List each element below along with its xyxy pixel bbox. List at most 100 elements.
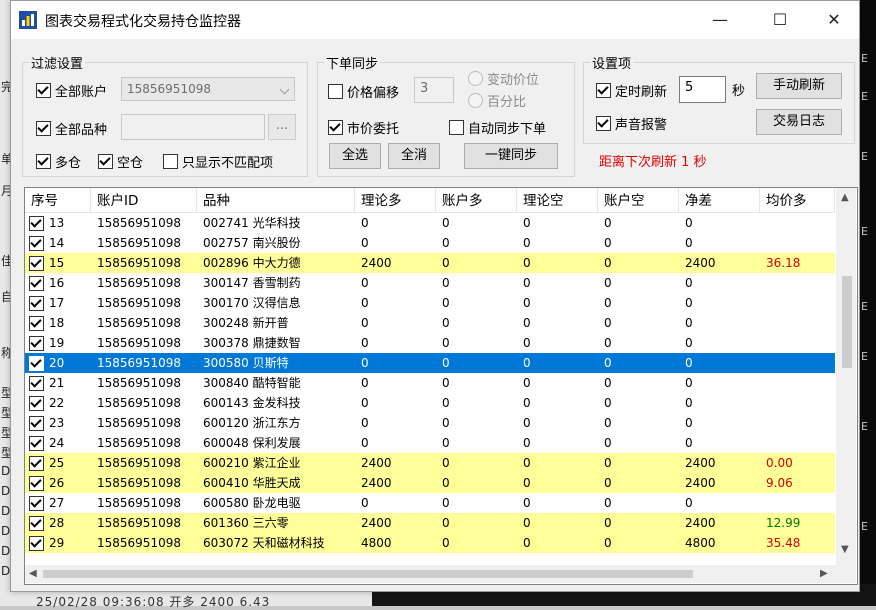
- browse-button[interactable]: ...: [268, 114, 296, 140]
- table-row[interactable]: 13 15856951098 002741 光华科技 0 0 0 0 0: [25, 213, 835, 233]
- table-row[interactable]: 17 15856951098 300170 汉得信息 0 0 0 0 0: [25, 293, 835, 313]
- column-header[interactable]: 理论空: [517, 188, 598, 212]
- column-header[interactable]: 均价多: [760, 188, 835, 212]
- cell-tl: 0: [361, 416, 369, 430]
- row-checkbox[interactable]: [29, 296, 44, 311]
- minimize-button[interactable]: —: [697, 1, 743, 39]
- row-checkbox[interactable]: [29, 336, 44, 351]
- background-right-char: E: [861, 350, 868, 363]
- trade-log-button[interactable]: 交易日志: [756, 109, 842, 135]
- column-header[interactable]: 序号: [25, 188, 91, 212]
- radio-change-price[interactable]: 变动价位: [468, 69, 539, 88]
- scroll-down-icon[interactable]: ▼: [841, 544, 849, 555]
- background-right-char: E: [861, 225, 868, 238]
- table-row[interactable]: 29 15856951098 603072 天和磁材科技 4800 0 0 0 4800 35.…: [25, 533, 835, 553]
- table-row[interactable]: 25 15856951098 600210 紫江企业 2400 0 0 0 2400 0.00: [25, 453, 835, 473]
- column-header[interactable]: 净差: [679, 188, 760, 212]
- title-bar[interactable]: 图表交易程式化交易持仓监控器 — ☐ ✕: [11, 1, 859, 39]
- table-row[interactable]: 18 15856951098 300248 新开普 0 0 0 0 0: [25, 313, 835, 333]
- price-offset-checkbox[interactable]: 价格偏移: [328, 82, 399, 101]
- cell-al: 0: [442, 316, 450, 330]
- horizontal-scrollbar[interactable]: ◀ ▶: [25, 565, 836, 583]
- cell-avg: 12.99: [766, 516, 801, 530]
- column-header[interactable]: 账户ID: [91, 188, 197, 212]
- row-checkbox[interactable]: [29, 216, 44, 231]
- sound-alert-checkbox[interactable]: 声音报警: [596, 114, 667, 133]
- horizontal-scroll-thumb[interactable]: [43, 570, 693, 578]
- scroll-up-icon[interactable]: ▲: [841, 192, 849, 203]
- cell-symbol: 600580 卧龙电驱: [203, 496, 301, 510]
- row-checkbox[interactable]: [29, 316, 44, 331]
- row-checkbox[interactable]: [29, 516, 44, 531]
- radio-percent-label: 百分比: [487, 95, 527, 110]
- market-order-checkbox[interactable]: 市价委托: [328, 118, 399, 137]
- one-click-sync-button[interactable]: 一键同步: [464, 143, 558, 169]
- cell-ts: 0: [523, 256, 531, 270]
- all-accounts-label: 全部账户: [55, 85, 108, 100]
- table-row[interactable]: 28 15856951098 601360 三六零 2400 0 0 0 2400 12.99: [25, 513, 835, 533]
- cell-no: 25: [49, 456, 65, 470]
- maximize-button[interactable]: ☐: [757, 1, 803, 39]
- cell-avg: [760, 333, 835, 353]
- column-header[interactable]: 账户多: [436, 188, 517, 212]
- vertical-scroll-thumb[interactable]: [842, 276, 852, 368]
- row-checkbox[interactable]: [29, 496, 44, 511]
- row-checkbox[interactable]: [29, 276, 44, 291]
- table-row[interactable]: 27 15856951098 600580 卧龙电驱 0 0 0 0 0: [25, 493, 835, 513]
- chevron-down-icon: [279, 84, 290, 95]
- deselect-all-button[interactable]: 全消: [388, 143, 440, 169]
- cell-symbol: 300248 新开普: [203, 316, 289, 330]
- select-all-button[interactable]: 全选: [329, 143, 381, 169]
- timed-refresh-checkbox[interactable]: 定时刷新: [596, 81, 667, 100]
- cell-avg: 35.48: [766, 536, 801, 550]
- row-checkbox[interactable]: [29, 396, 44, 411]
- table-row[interactable]: 20 15856951098 300580 贝斯特 0 0 0 0 0: [25, 353, 835, 373]
- table-row[interactable]: 19 15856951098 300378 鼎捷数智 0 0 0 0 0: [25, 333, 835, 353]
- all-accounts-checkbox[interactable]: 全部账户: [36, 81, 107, 100]
- close-button[interactable]: ✕: [811, 1, 857, 39]
- cell-ts: 0: [523, 516, 531, 530]
- cell-al: 0: [442, 336, 450, 350]
- table-row[interactable]: 23 15856951098 600120 浙江东方 0 0 0 0 0: [25, 413, 835, 433]
- cell-net: 0: [685, 396, 693, 410]
- positions-table[interactable]: 序号 账户ID 品种 理论多 账户多 理论空 账户空 净差 均价多 13 15856951098 0…: [24, 187, 858, 585]
- refresh-seconds-input[interactable]: 5: [679, 76, 726, 103]
- background-trade-record: 25/02/28 09:36:08 开多 2400 6.43: [36, 595, 271, 609]
- cell-tl: 0: [361, 296, 369, 310]
- row-checkbox[interactable]: [29, 376, 44, 391]
- cell-as: 0: [604, 376, 612, 390]
- manual-refresh-button[interactable]: 手动刷新: [756, 73, 842, 99]
- cell-no: 22: [49, 396, 65, 410]
- table-row[interactable]: 21 15856951098 300840 酷特智能 0 0 0 0 0: [25, 373, 835, 393]
- scroll-right-icon[interactable]: ▶: [820, 568, 828, 579]
- cell-ts: 0: [523, 496, 531, 510]
- row-checkbox[interactable]: [29, 236, 44, 251]
- row-checkbox[interactable]: [29, 256, 44, 271]
- row-checkbox[interactable]: [29, 436, 44, 451]
- row-checkbox[interactable]: [29, 536, 44, 551]
- column-header[interactable]: 品种: [197, 188, 355, 212]
- table-row[interactable]: 15 15856951098 002896 中大力德 2400 0 0 0 2400 36.18: [25, 253, 835, 273]
- table-row[interactable]: 14 15856951098 002757 南兴股份 0 0 0 0 0: [25, 233, 835, 253]
- column-header[interactable]: 账户空: [598, 188, 679, 212]
- scroll-left-icon[interactable]: ◀: [29, 568, 37, 579]
- table-row[interactable]: 24 15856951098 600048 保利发展 0 0 0 0 0: [25, 433, 835, 453]
- vertical-scrollbar[interactable]: ▲ ▼: [836, 188, 856, 568]
- all-symbols-checkbox[interactable]: 全部品种: [36, 119, 107, 138]
- auto-sync-checkbox[interactable]: 自动同步下单: [449, 118, 546, 137]
- long-checkbox[interactable]: 多仓: [36, 152, 81, 171]
- radio-percent[interactable]: 百分比: [468, 91, 526, 110]
- symbol-input[interactable]: [121, 114, 265, 140]
- column-header[interactable]: 理论多: [355, 188, 436, 212]
- mismatch-only-checkbox[interactable]: 只显示不匹配项: [163, 152, 273, 171]
- row-checkbox[interactable]: [29, 356, 44, 371]
- table-row[interactable]: 22 15856951098 600143 金发科技 0 0 0 0 0: [25, 393, 835, 413]
- row-checkbox[interactable]: [29, 476, 44, 491]
- offset-value-input[interactable]: 3: [414, 77, 454, 103]
- table-row[interactable]: 16 15856951098 300147 香雪制药 0 0 0 0 0: [25, 273, 835, 293]
- row-checkbox[interactable]: [29, 416, 44, 431]
- row-checkbox[interactable]: [29, 456, 44, 471]
- short-checkbox[interactable]: 空仓: [98, 152, 143, 171]
- table-row[interactable]: 26 15856951098 600410 华胜天成 2400 0 0 0 2400 9.06: [25, 473, 835, 493]
- account-combo[interactable]: 15856951098: [121, 77, 295, 101]
